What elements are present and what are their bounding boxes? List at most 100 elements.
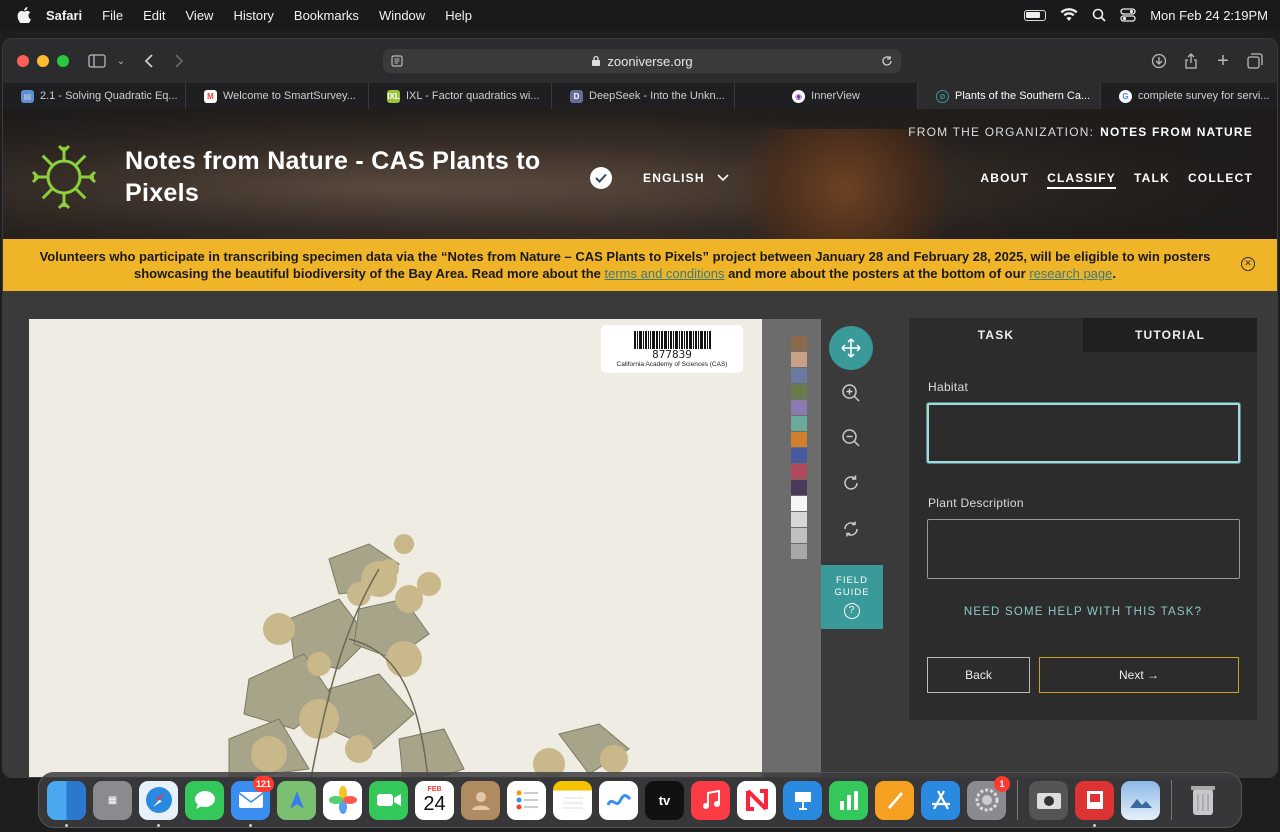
freeform-icon[interactable]: [599, 780, 638, 820]
reader-icon[interactable]: [391, 55, 403, 67]
safari-icon[interactable]: [139, 780, 178, 827]
zoom-in-icon: [842, 384, 860, 402]
color-swatch: [791, 432, 807, 447]
reminders-icon[interactable]: [507, 780, 546, 820]
tab-innerview[interactable]: ◉ InnerView: [735, 83, 918, 109]
tab-label: 2.1 - Solving Quadratic Eq...: [40, 90, 178, 102]
nav-classify[interactable]: CLASSIFY: [1047, 171, 1117, 189]
plant-description-textarea[interactable]: [927, 519, 1240, 579]
new-tab-icon[interactable]: +: [1211, 49, 1235, 73]
menu-extras: Mon Feb 24 2:19PM: [1024, 0, 1268, 30]
clock[interactable]: Mon Feb 24 2:19PM: [1150, 8, 1268, 23]
next-button[interactable]: Next →: [1039, 657, 1239, 693]
move-arrows-icon: [841, 338, 861, 358]
downloads-icon[interactable]: [1147, 49, 1171, 73]
tab-ixl[interactable]: IXL IXL - Factor quadratics wi...: [369, 83, 552, 109]
share-icon[interactable]: [1179, 49, 1203, 73]
nav-talk[interactable]: TALK: [1134, 171, 1170, 189]
pages-icon[interactable]: [875, 780, 914, 820]
reset-view-button[interactable]: [829, 507, 873, 551]
photos-icon[interactable]: [323, 780, 362, 820]
forward-arrow-icon[interactable]: [167, 49, 191, 73]
zoom-window-button[interactable]: [57, 55, 69, 67]
facetime-icon[interactable]: [369, 780, 408, 820]
spotlight-search-icon[interactable]: [1092, 8, 1106, 22]
menu-window[interactable]: Window: [379, 8, 425, 23]
reload-icon[interactable]: [881, 55, 893, 67]
org-label: FROM THE ORGANIZATION:: [908, 125, 1095, 139]
menu-history[interactable]: History: [233, 8, 273, 23]
pan-move-button[interactable]: [829, 326, 873, 370]
menu-view[interactable]: View: [186, 8, 214, 23]
menu-edit[interactable]: Edit: [143, 8, 165, 23]
nav-about[interactable]: ABOUT: [980, 171, 1029, 189]
finder-icon[interactable]: [47, 780, 86, 827]
specimen-image[interactable]: 877839 California Academy of Sciences (C…: [29, 319, 821, 777]
tab-plants-active[interactable]: ⊘ Plants of the Southern Ca...: [918, 83, 1101, 109]
tab-task[interactable]: TASK: [909, 318, 1083, 352]
task-help-link[interactable]: NEED SOME HELP WITH THIS TASK?: [909, 606, 1257, 618]
color-swatch: [791, 480, 807, 495]
control-center-icon[interactable]: [1120, 8, 1136, 22]
mail-icon[interactable]: 121: [231, 775, 274, 827]
news-icon[interactable]: [737, 780, 776, 820]
back-button[interactable]: Back: [927, 657, 1030, 693]
battery-icon[interactable]: [1024, 9, 1047, 21]
tab-tutorial[interactable]: TUTORIAL: [1083, 318, 1257, 352]
preview-icon[interactable]: [1121, 780, 1160, 820]
messages-icon[interactable]: [185, 780, 224, 820]
terms-link[interactable]: terms and conditions: [605, 266, 725, 281]
habitat-textarea[interactable]: [927, 403, 1240, 463]
tab-google-survey[interactable]: G complete survey for servi...: [1101, 83, 1277, 109]
window-controls: [17, 55, 69, 67]
system-settings-icon[interactable]: 1: [967, 775, 1010, 820]
dock-separator-2: [1171, 780, 1172, 820]
tab-label: IXL - Factor quadratics wi...: [406, 90, 540, 102]
maps-icon[interactable]: [277, 780, 316, 820]
browser-toolbar: ⌄ zooniverse.org +: [3, 39, 1277, 83]
menu-bookmarks[interactable]: Bookmarks: [294, 8, 359, 23]
close-window-button[interactable]: [17, 55, 29, 67]
keynote-icon[interactable]: [783, 780, 822, 820]
apple-icon[interactable]: [16, 7, 32, 23]
org-link[interactable]: NOTES FROM NATURE: [1100, 125, 1253, 139]
notes-icon[interactable]: [553, 780, 592, 820]
sidebar-toggle-icon[interactable]: [85, 49, 109, 73]
apple-tv-icon[interactable]: tv: [645, 780, 684, 820]
color-swatch: [791, 464, 807, 479]
app-store-icon[interactable]: [921, 780, 960, 820]
wifi-icon[interactable]: [1060, 8, 1078, 22]
contacts-icon[interactable]: [461, 780, 500, 820]
project-header: Notes from Nature - CAS Plants to Pixels…: [3, 109, 1277, 239]
project-title[interactable]: Notes from Nature - CAS Plants to Pixels: [125, 145, 595, 209]
close-banner-icon[interactable]: ✕: [1241, 257, 1255, 271]
lock-icon: [592, 55, 601, 66]
tab-overview-icon[interactable]: [1243, 49, 1267, 73]
notes-from-nature-logo[interactable]: [29, 142, 99, 212]
numbers-icon[interactable]: [829, 780, 868, 820]
photo-booth-icon[interactable]: [1029, 780, 1068, 820]
address-bar[interactable]: zooniverse.org: [383, 49, 901, 73]
launchpad-icon[interactable]: ▦: [93, 780, 132, 820]
chevron-down-icon: [717, 174, 729, 182]
tab-smartsurvey[interactable]: M Welcome to SmartSurvey...: [186, 83, 369, 109]
research-page-link[interactable]: research page: [1029, 266, 1112, 281]
menu-app-name[interactable]: Safari: [46, 8, 82, 23]
music-icon[interactable]: [691, 780, 730, 820]
rotate-button[interactable]: [829, 461, 873, 505]
trash-icon[interactable]: [1183, 781, 1222, 820]
zoom-in-button[interactable]: [829, 371, 873, 415]
tab-deepseek[interactable]: D DeepSeek - Into the Unkn...: [552, 83, 735, 109]
language-selector[interactable]: ENGLISH: [643, 171, 729, 185]
chevron-down-icon[interactable]: ⌄: [109, 49, 133, 73]
menu-help[interactable]: Help: [445, 8, 472, 23]
minimize-window-button[interactable]: [37, 55, 49, 67]
menu-file[interactable]: File: [102, 8, 123, 23]
nav-collect[interactable]: COLLECT: [1188, 171, 1253, 189]
back-arrow-icon[interactable]: [137, 49, 161, 73]
zoom-out-button[interactable]: [829, 416, 873, 460]
tab-quadratic[interactable]: ▤ 2.1 - Solving Quadratic Eq...: [3, 83, 186, 109]
photo-booth-red-icon[interactable]: [1075, 780, 1114, 827]
calendar-icon[interactable]: FEB 24: [415, 780, 454, 820]
field-guide-button[interactable]: FIELD GUIDE ?: [821, 565, 883, 629]
